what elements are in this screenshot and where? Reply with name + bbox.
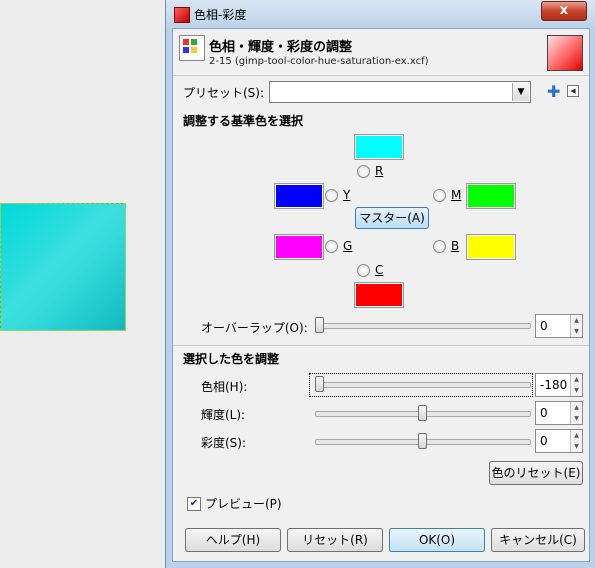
overlap-slider-thumb[interactable] xyxy=(315,317,324,333)
preview-checkbox[interactable]: ✔ xyxy=(187,497,201,511)
spin-arrows-icon[interactable]: ▲ ▼ xyxy=(570,315,582,337)
section-divider xyxy=(173,345,589,346)
spin-arrows-icon[interactable]: ▲ ▼ xyxy=(570,402,582,424)
spin-arrows-icon[interactable]: ▲ ▼ xyxy=(570,374,582,396)
select-primary-heading: 調整する基準色を選択 xyxy=(183,114,304,128)
swatch-g xyxy=(274,234,324,260)
panel-menu-icon[interactable]: ◀ xyxy=(567,85,579,97)
lightness-value: 0 xyxy=(540,406,548,420)
saturation-spinbutton[interactable]: 0 ▲ ▼ xyxy=(535,429,583,453)
dialog-body: 色相・輝度・彩度の調整 2-15 (gimp-tool-color-hue-sa… xyxy=(172,28,590,562)
current-color-preview xyxy=(547,35,583,71)
lightness-spinbutton[interactable]: 0 ▲ ▼ xyxy=(535,401,583,425)
saturation-label: 彩度(S): xyxy=(201,436,247,450)
dialog-heading: 色相・輝度・彩度の調整 xyxy=(209,40,353,55)
hue-spinbutton[interactable]: -180 ▲ ▼ xyxy=(535,373,583,397)
window-title: 色相-彩度 xyxy=(194,8,247,22)
label-b: B xyxy=(451,239,460,253)
preset-combo[interactable]: ▼ xyxy=(269,81,531,103)
hue-value: -180 xyxy=(540,378,568,392)
radio-r[interactable] xyxy=(357,165,370,178)
plus-icon[interactable]: ✚ xyxy=(547,82,560,101)
radio-y[interactable] xyxy=(325,189,338,202)
radio-b[interactable] xyxy=(433,240,446,253)
hue-slider-thumb[interactable] xyxy=(315,376,324,392)
swatch-c xyxy=(354,282,404,308)
overlap-slider-track[interactable] xyxy=(315,323,531,329)
ok-button[interactable]: OK(O) xyxy=(389,528,485,552)
swatch-y xyxy=(274,183,324,209)
radio-c[interactable] xyxy=(357,264,370,277)
title-bar[interactable]: 色相-彩度 x xyxy=(166,0,595,28)
radio-m[interactable] xyxy=(433,189,446,202)
label-g: G xyxy=(343,239,353,253)
radio-g[interactable] xyxy=(325,240,338,253)
swatch-m xyxy=(466,183,516,209)
label-y: Y xyxy=(343,188,351,202)
label-c: C xyxy=(375,263,384,277)
saturation-value: 0 xyxy=(540,434,548,448)
image-name: 2-15 (gimp-tool-color-hue-saturation-ex.… xyxy=(209,56,429,67)
preset-label: プリセット(S): xyxy=(183,86,265,100)
overlap-value: 0 xyxy=(540,319,548,333)
help-button[interactable]: ヘルプ(H) xyxy=(185,528,281,552)
spin-arrows-icon[interactable]: ▲ ▼ xyxy=(570,430,582,452)
overlap-label: オーバーラップ(O): xyxy=(201,321,308,335)
lightness-slider-thumb[interactable] xyxy=(418,405,427,421)
hue-saturation-dialog: 色相-彩度 x 色相・輝度・彩度の調整 2-15 (gimp-tool-colo… xyxy=(165,0,595,568)
chevron-down-icon[interactable]: ▼ xyxy=(512,83,529,101)
adjust-heading: 選択した色を調整 xyxy=(183,352,280,366)
app-icon xyxy=(174,7,190,23)
canvas-preview-layer xyxy=(0,203,126,331)
reset-button[interactable]: リセット(R) xyxy=(287,528,383,552)
label-m: M xyxy=(451,188,462,202)
lightness-label: 輝度(L): xyxy=(201,408,246,422)
header-divider xyxy=(173,75,589,76)
label-r: R xyxy=(375,164,384,178)
swatch-r xyxy=(354,134,404,160)
swatch-b xyxy=(466,234,516,260)
cancel-button[interactable]: キャンセル(C) xyxy=(491,528,585,552)
hue-label: 色相(H): xyxy=(201,380,248,394)
saturation-slider-thumb[interactable] xyxy=(418,433,427,449)
reset-color-button[interactable]: 色のリセット(E) xyxy=(489,461,583,485)
master-button[interactable]: マスター(A) xyxy=(355,207,429,229)
overlap-spinbutton[interactable]: 0 ▲ ▼ xyxy=(535,314,583,338)
preview-label: プレビュー(P) xyxy=(205,497,282,511)
hue-saturation-tool-icon xyxy=(179,35,205,61)
hue-slider-track[interactable] xyxy=(315,382,531,388)
close-button[interactable]: x xyxy=(541,1,587,21)
